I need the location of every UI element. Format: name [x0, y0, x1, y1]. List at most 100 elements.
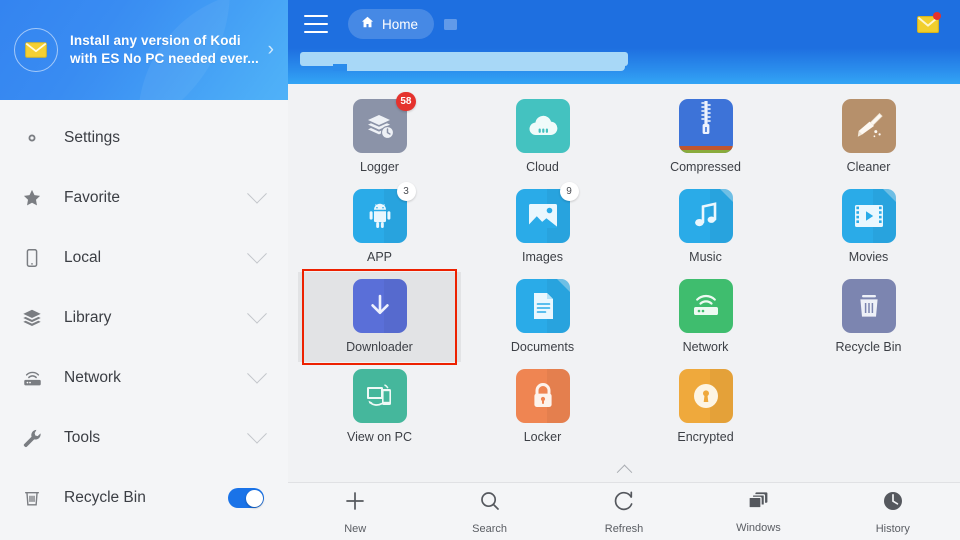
badge-count: 3: [396, 182, 416, 201]
envelope-icon: [14, 28, 58, 72]
sidebar-item-settings[interactable]: Settings: [0, 108, 288, 168]
trash-icon: [16, 483, 48, 513]
bottom-toolbar: New Search Refresh Windows History: [288, 482, 960, 540]
grid-item-label: View on PC: [346, 430, 413, 444]
tab-home[interactable]: Home: [348, 9, 435, 39]
bottom-item-label: Search: [472, 522, 508, 535]
sidebar-item-label: Settings: [64, 129, 121, 146]
grid-item-label: Cleaner: [846, 160, 891, 174]
grid-item-label: Cloud: [526, 160, 559, 174]
sidebar-item-label: Tools: [64, 429, 101, 446]
sidebar-item-label: Local: [64, 249, 102, 266]
sidebar-item-favorite[interactable]: Favorite: [0, 168, 288, 228]
sidebar-item-library[interactable]: Library: [0, 288, 288, 348]
star-icon: [16, 183, 48, 213]
grid-item-cleaner[interactable]: Cleaner: [787, 92, 950, 182]
sidebar-item-local[interactable]: Local: [0, 228, 288, 288]
padlock-icon: [515, 369, 570, 423]
badge-count: 9: [559, 182, 579, 201]
promo-strip[interactable]: [288, 48, 960, 84]
grid-item-locker[interactable]: Locker: [461, 362, 624, 452]
grid-item-recycle-bin[interactable]: Recycle Bin: [787, 272, 950, 362]
top-toolbar: Home: [288, 0, 960, 48]
grid-item-label: Encrypted: [677, 430, 734, 444]
promo-text: Install any version of Kodi with ES No P…: [70, 32, 264, 68]
sidebar: Install any version of Kodi with ES No P…: [0, 0, 288, 540]
bottom-item-search[interactable]: Search: [422, 483, 556, 540]
grid-item-logger[interactable]: 58 Logger: [298, 92, 461, 182]
layers-icon: [16, 303, 48, 333]
bottom-item-refresh[interactable]: Refresh: [557, 483, 691, 540]
sidebar-item-label: Favorite: [64, 189, 120, 206]
panel-expand-handle[interactable]: [288, 456, 960, 482]
bottom-item-history[interactable]: History: [826, 483, 960, 540]
tile-wrap: [678, 189, 733, 243]
mail-button[interactable]: [914, 12, 942, 36]
tab-label: Home: [382, 16, 419, 32]
chevron-down-icon[interactable]: [247, 183, 267, 204]
grid-item-app[interactable]: 3 APP: [298, 182, 461, 272]
tile-wrap: [841, 99, 896, 153]
music-note-icon: [678, 189, 733, 243]
chevron-up-icon: [616, 464, 632, 480]
sidebar-item-recycle-bin[interactable]: Recycle Bin: [0, 468, 288, 528]
trash-icon: [841, 279, 896, 333]
clock-icon: [881, 489, 905, 518]
chevron-down-icon[interactable]: [247, 243, 267, 264]
grid-item-documents[interactable]: Documents: [461, 272, 624, 362]
zipper-icon: [678, 99, 733, 153]
grid-item-network[interactable]: Network: [624, 272, 787, 362]
grid-item-label: Logger: [360, 160, 399, 174]
chevron-down-icon[interactable]: [247, 363, 267, 384]
document-icon: [515, 279, 570, 333]
tile-wrap: [841, 189, 896, 243]
grid-item-images[interactable]: 9 Images: [461, 182, 624, 272]
tile-wrap: 3: [352, 182, 416, 243]
grid-item-movies[interactable]: Movies: [787, 182, 950, 272]
sidebar-item-network[interactable]: Network: [0, 348, 288, 408]
tile-wrap: 9: [515, 182, 579, 243]
notification-dot: [933, 12, 941, 20]
grid-item-label: Movies: [848, 250, 889, 264]
grid-item-label: Compressed: [670, 160, 741, 174]
refresh-icon: [612, 489, 636, 518]
home-icon: [360, 15, 375, 34]
promo-line-1: Install any version of Kodi: [70, 33, 241, 48]
grid-item-cloud[interactable]: Cloud: [461, 92, 624, 182]
tile-wrap: [678, 279, 733, 333]
router-icon: [16, 363, 48, 393]
grid-item-label: APP: [366, 250, 392, 264]
broom-icon: [841, 99, 896, 153]
chevron-down-icon[interactable]: [247, 423, 267, 444]
tile-wrap: [678, 99, 733, 153]
promo-strip-shape: [335, 64, 625, 71]
tile-wrap: [515, 279, 570, 333]
grid-item-music[interactable]: Music: [624, 182, 787, 272]
grid-item-label: Downloader: [346, 340, 413, 354]
hamburger-icon[interactable]: [304, 15, 328, 33]
grid-item-view-on-pc[interactable]: View on PC: [298, 362, 461, 452]
recycle-bin-toggle[interactable]: [228, 488, 264, 508]
windows-stack-icon: [746, 490, 770, 517]
gear-icon: [16, 123, 48, 153]
grid-item-downloader[interactable]: Downloader: [298, 269, 461, 365]
chevron-down-icon[interactable]: [247, 303, 267, 324]
es-file-explorer-window: Install any version of Kodi with ES No P…: [0, 0, 960, 540]
tile-wrap: [678, 369, 733, 423]
bottom-item-windows[interactable]: Windows: [691, 483, 825, 540]
shortcut-grid: 58 Logger Cloud Compressed Cleaner 3 APP…: [288, 92, 960, 452]
tile-wrap: [841, 279, 896, 333]
main-panel: Home 58 Logger Cloud Compressed Cleaner …: [288, 0, 960, 540]
bottom-item-label: Windows: [736, 521, 781, 534]
grid-item-compressed[interactable]: Compressed: [624, 92, 787, 182]
bottom-item-label: History: [875, 522, 910, 535]
grid-item-encrypted[interactable]: Encrypted: [624, 362, 787, 452]
grid-item-label: Network: [682, 340, 729, 354]
screen-phone-icon: [352, 369, 407, 423]
bottom-item-new[interactable]: New: [288, 483, 422, 540]
square-icon[interactable]: [444, 18, 458, 30]
sidebar-nav-list: Settings Favorite Local Library Network …: [0, 100, 288, 540]
sidebar-item-tools[interactable]: Tools: [0, 408, 288, 468]
search-icon: [478, 489, 502, 518]
promo-banner[interactable]: Install any version of Kodi with ES No P…: [0, 0, 288, 100]
